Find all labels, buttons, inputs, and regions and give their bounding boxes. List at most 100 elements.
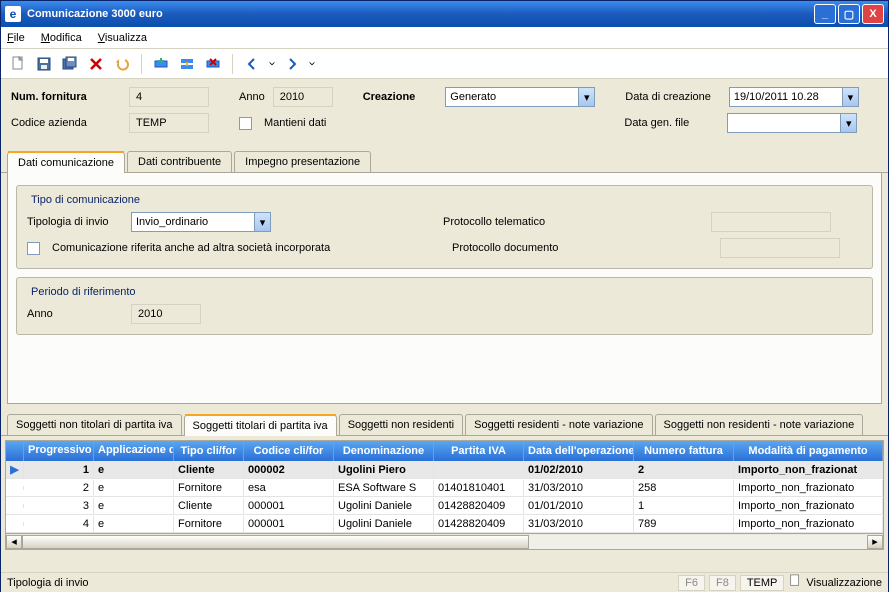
subtab-non-residenti-note[interactable]: Soggetti non residenti - note variazione — [655, 414, 864, 435]
cell-modalita: Importo_non_frazionato — [734, 516, 883, 532]
scroll-track[interactable] — [22, 535, 867, 549]
mantieni-dati-label: Mantieni dati — [264, 117, 326, 129]
tab-impegno-presentazione[interactable]: Impegno presentazione — [234, 151, 371, 172]
horizontal-scrollbar[interactable]: ◂ ▸ — [6, 533, 883, 549]
cell-progressivo: 4 — [24, 516, 94, 532]
col-codice-clifor[interactable]: Codice cli/for — [244, 441, 334, 461]
sub-tabstrip: Soggetti non titolari di partita iva Sog… — [1, 414, 888, 436]
cell-tipo: Cliente — [174, 498, 244, 514]
status-mode: Visualizzazione — [806, 577, 882, 589]
subtab-non-residenti[interactable]: Soggetti non residenti — [339, 414, 463, 435]
cell-partita-iva: 01428820409 — [434, 516, 524, 532]
undo-icon[interactable] — [111, 53, 133, 75]
cell-applicazione: e — [94, 462, 174, 478]
delete-icon[interactable] — [85, 53, 107, 75]
cell-tipo: Fornitore — [174, 516, 244, 532]
scroll-left-button[interactable]: ◂ — [6, 535, 22, 549]
row-marker: ▶ — [6, 461, 24, 478]
remove-row-icon[interactable] — [202, 53, 224, 75]
protocollo-documento-label: Protocollo documento — [452, 242, 712, 254]
cell-modalita: Importo_non_frazionato — [734, 498, 883, 514]
protocollo-documento-field[interactable] — [720, 238, 840, 258]
maximize-button[interactable]: ▢ — [838, 4, 860, 24]
cell-applicazione: e — [94, 480, 174, 496]
mantieni-dati-checkbox[interactable] — [239, 117, 252, 130]
save-all-icon[interactable] — [59, 53, 81, 75]
anno-label: Anno — [239, 91, 265, 103]
save-icon[interactable] — [33, 53, 55, 75]
cell-progressivo: 3 — [24, 498, 94, 514]
cell-numero-fattura: 2 — [634, 462, 734, 478]
protocollo-telematico-field[interactable] — [711, 212, 831, 232]
cell-denominazione: Ugolini Piero — [334, 462, 434, 478]
col-denominazione[interactable]: Denominazione — [334, 441, 434, 461]
cell-data-operazione: 31/03/2010 — [524, 480, 634, 496]
cell-tipo: Cliente — [174, 462, 244, 478]
titlebar: e Comunicazione 3000 euro _ ▢ X — [1, 1, 888, 27]
nav-next-dropdown-icon[interactable] — [307, 53, 317, 75]
table-row[interactable]: 2eFornitoreesaESA Software S014018104013… — [6, 479, 883, 497]
col-data-operazione[interactable]: Data dell'operazione — [524, 441, 634, 461]
data-gen-file-field[interactable]: ▾ — [727, 113, 857, 133]
minimize-button[interactable]: _ — [814, 4, 836, 24]
cell-data-operazione: 31/03/2010 — [524, 516, 634, 532]
col-progressivo[interactable]: Progressivo riga — [24, 441, 94, 461]
cell-data-operazione: 01/01/2010 — [524, 498, 634, 514]
tab-content: Tipo di comunicazione Tipologia di invio… — [7, 173, 882, 404]
cell-progressivo: 1 — [24, 462, 94, 478]
data-creazione-label: Data di creazione — [625, 91, 711, 103]
col-numero-fattura[interactable]: Numero fattura — [634, 441, 734, 461]
col-modalita-pagamento[interactable]: Modalità di pagamento — [734, 441, 883, 461]
anno-field[interactable]: 2010 — [273, 87, 333, 107]
grid: Progressivo riga Applicazione di proveni… — [5, 440, 884, 550]
row-marker — [6, 504, 24, 508]
close-button[interactable]: X — [862, 4, 884, 24]
cell-partita-iva — [434, 468, 524, 472]
grid-header: Progressivo riga Applicazione di proveni… — [6, 441, 883, 461]
creazione-select[interactable]: Generato ▾ — [445, 87, 595, 107]
scroll-right-button[interactable]: ▸ — [867, 535, 883, 549]
menu-modifica[interactable]: Modifica — [41, 32, 82, 44]
tab-dati-contribuente[interactable]: Dati contribuente — [127, 151, 232, 172]
app-icon: e — [5, 6, 21, 22]
data-creazione-value: 19/10/2011 10.28 — [734, 91, 819, 103]
col-applicazione[interactable]: Applicazione di provenienza — [94, 441, 174, 461]
periodo-anno-field[interactable]: 2010 — [131, 304, 201, 324]
creazione-value: Generato — [450, 91, 496, 103]
table-row[interactable]: ▶1eCliente000002Ugolini Piero01/02/20102… — [6, 461, 883, 479]
cell-denominazione: ESA Software S — [334, 480, 434, 496]
status-temp: TEMP — [740, 575, 785, 591]
menu-visualizza[interactable]: Visualizza — [98, 32, 147, 44]
cell-applicazione: e — [94, 498, 174, 514]
grid-body: ▶1eCliente000002Ugolini Piero01/02/20102… — [6, 461, 883, 533]
table-row[interactable]: 3eCliente000001Ugolini Daniele0142882040… — [6, 497, 883, 515]
subtab-residenti-note[interactable]: Soggetti residenti - note variazione — [465, 414, 652, 435]
subtab-titolari[interactable]: Soggetti titolari di partita iva — [184, 415, 337, 436]
fieldset-tipo-comunicazione: Tipo di comunicazione Tipologia di invio… — [16, 185, 873, 269]
codice-azienda-field[interactable]: TEMP — [129, 113, 209, 133]
data-creazione-field[interactable]: 19/10/2011 10.28 ▾ — [729, 87, 859, 107]
menu-file[interactable]: File — [7, 32, 25, 44]
col-tipo-clifor[interactable]: Tipo cli/for — [174, 441, 244, 461]
row-marker — [6, 486, 24, 490]
col-partita-iva[interactable]: Partita IVA — [434, 441, 524, 461]
form-header: Num. fornitura 4 Anno 2010 Creazione Gen… — [1, 79, 888, 147]
data-gen-file-label: Data gen. file — [624, 117, 689, 129]
nav-prev-dropdown-icon[interactable] — [267, 53, 277, 75]
chevron-down-icon: ▾ — [842, 88, 858, 106]
insert-row-icon[interactable] — [176, 53, 198, 75]
table-row[interactable]: 4eFornitore000001Ugolini Daniele01428820… — [6, 515, 883, 533]
status-f6: F6 — [678, 575, 705, 591]
tipologia-invio-select[interactable]: Invio_ordinario ▾ — [131, 212, 271, 232]
nav-prev-icon[interactable] — [241, 53, 263, 75]
status-f8: F8 — [709, 575, 736, 591]
comunicazione-riferita-checkbox[interactable] — [27, 242, 40, 255]
tab-dati-comunicazione[interactable]: Dati comunicazione — [7, 152, 125, 173]
scroll-thumb[interactable] — [22, 535, 529, 549]
nav-next-icon[interactable] — [281, 53, 303, 75]
tipologia-invio-label: Tipologia di invio — [27, 216, 123, 228]
subtab-non-titolari[interactable]: Soggetti non titolari di partita iva — [7, 414, 182, 435]
add-row-icon[interactable] — [150, 53, 172, 75]
num-fornitura-field[interactable]: 4 — [129, 87, 209, 107]
new-document-icon[interactable] — [7, 53, 29, 75]
